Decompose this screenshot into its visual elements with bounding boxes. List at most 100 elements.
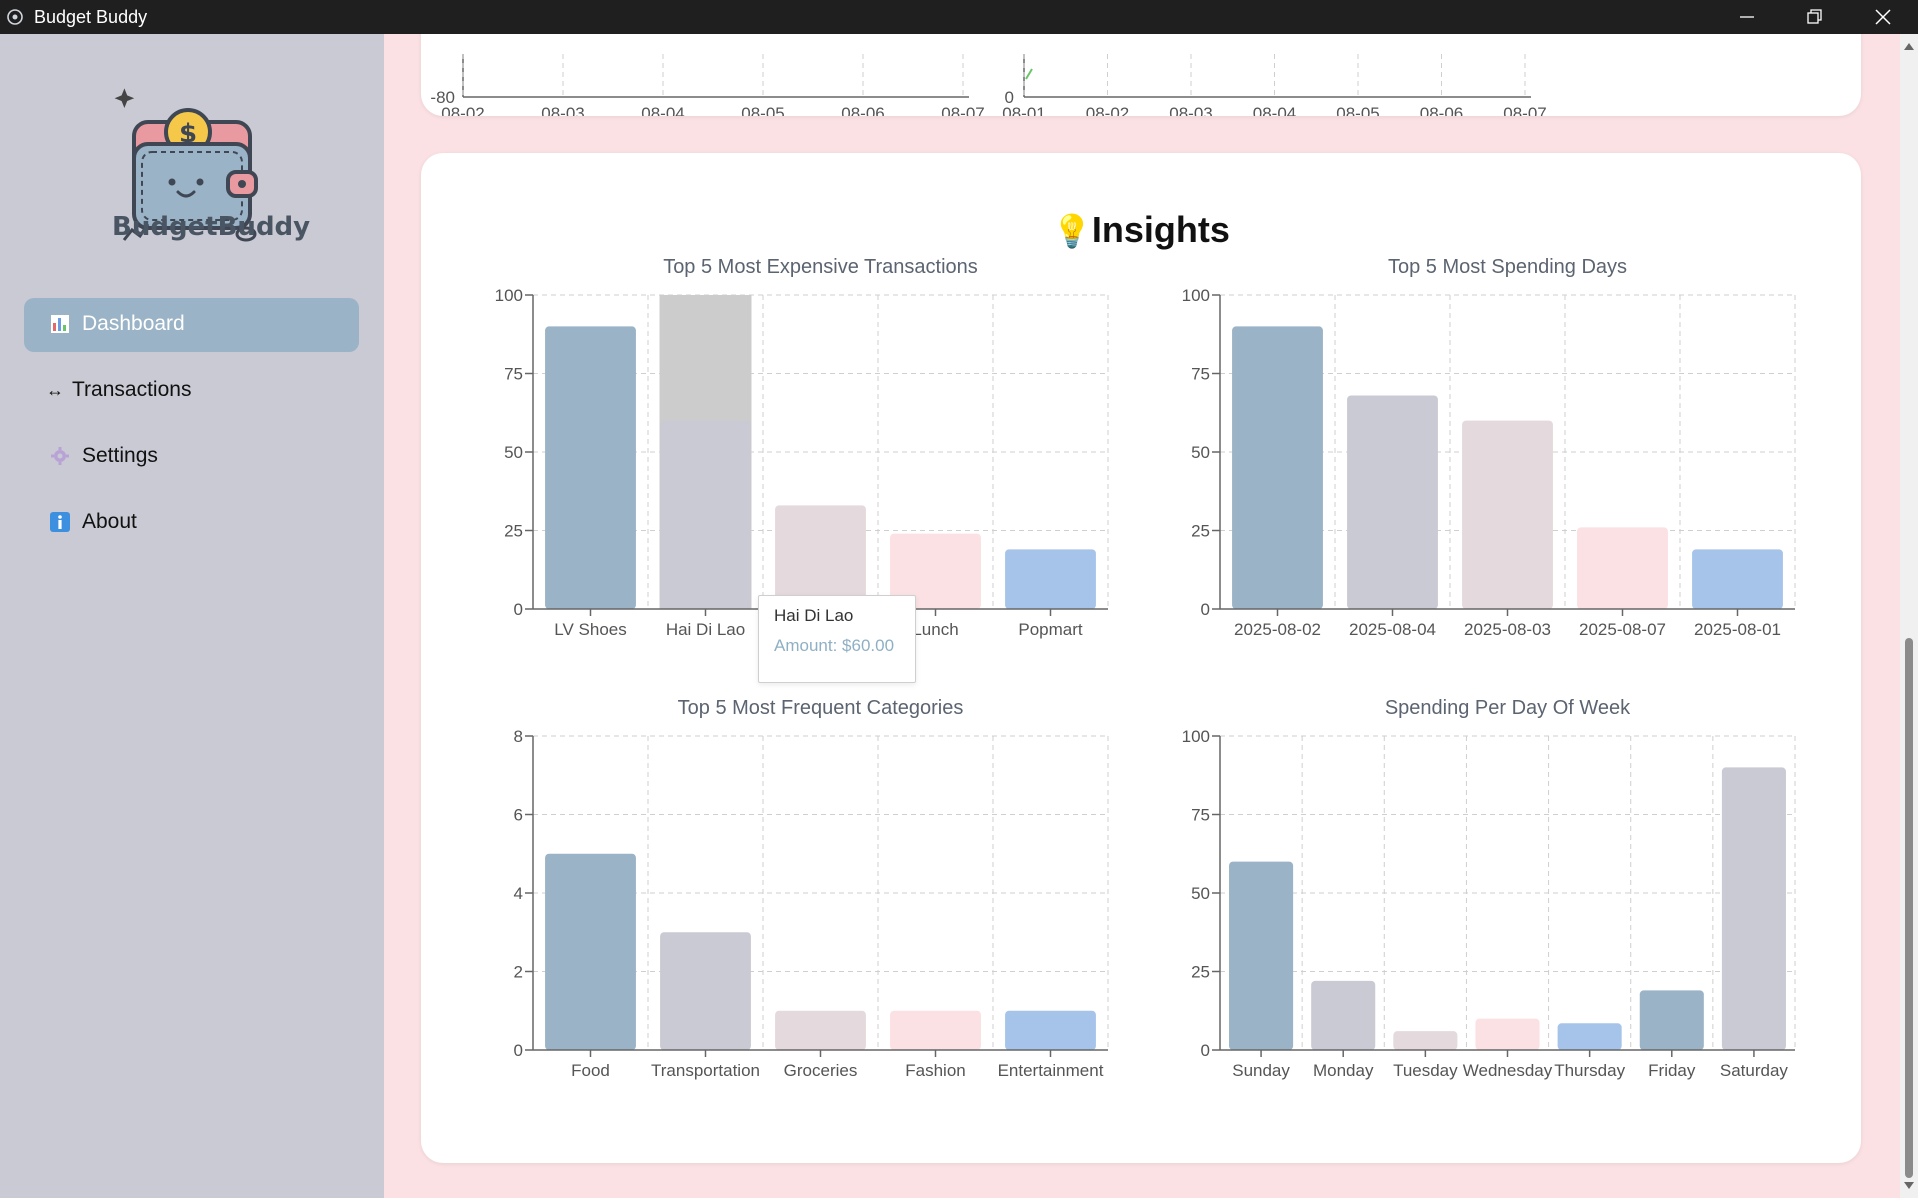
bar xyxy=(1347,395,1438,609)
y-tick-label: 0 xyxy=(514,600,523,619)
sidebar-item-label: Settings xyxy=(82,444,158,467)
close-button[interactable] xyxy=(1848,0,1918,34)
scrollbar[interactable] xyxy=(1900,34,1918,1198)
x-tick-label: 08-07 xyxy=(1503,104,1546,116)
trend-charts-axes: -8008-02 08-03 08-04 08-05 08-06 08-07008-01 0… xyxy=(430,54,1547,123)
x-tick-label: Sunday xyxy=(1232,1061,1290,1080)
bar xyxy=(1577,527,1668,609)
bar xyxy=(1393,1031,1458,1050)
x-tick-label: 08-02 xyxy=(1086,104,1129,116)
y-tick-label: 100 xyxy=(495,286,523,305)
y-tick-label: 0 xyxy=(514,1041,523,1060)
sidebar-item-label: Transactions xyxy=(72,378,192,401)
trend-line-segment xyxy=(1025,68,1033,80)
y-tick-label: 8 xyxy=(514,727,523,746)
x-tick-label: Food xyxy=(571,1061,610,1080)
x-tick-label: 2025-08-01 xyxy=(1694,620,1781,639)
y-tick-label: 75 xyxy=(504,365,523,384)
tooltip-name: Hai Di Lao xyxy=(774,606,854,625)
y-tick-label: 100 xyxy=(1182,727,1210,746)
restore-icon xyxy=(1807,9,1822,24)
y-tick-label: 75 xyxy=(1191,365,1210,384)
bar-chart-2: Top 5 Most Spending Days 0 25 50 75 100 2025-0… xyxy=(1182,256,1796,639)
x-tick-label: Groceries xyxy=(784,1061,858,1080)
info-icon xyxy=(50,512,70,532)
y-tick-label: 0 xyxy=(1201,1041,1210,1060)
y-tick-label: 6 xyxy=(514,806,523,825)
x-tick-label: Monday xyxy=(1313,1061,1374,1080)
y-tick-label: 75 xyxy=(1191,806,1210,825)
x-tick-label: Entertainment xyxy=(998,1061,1104,1080)
close-icon xyxy=(1875,9,1891,25)
x-tick-label: 08-07 xyxy=(941,104,984,116)
bar xyxy=(1692,549,1783,609)
bar-chart-4: Spending Per Day Of Week 0 25 50 75 100 Sunday… xyxy=(1182,697,1796,1080)
sidebar-item-settings[interactable]: Settings xyxy=(24,430,359,484)
arrows-horizontal-icon: ↔ xyxy=(46,380,64,400)
x-tick-label: 2025-08-03 xyxy=(1464,620,1551,639)
y-tick-label: 0 xyxy=(1201,600,1210,619)
y-tick-label: 50 xyxy=(1191,884,1210,903)
bar xyxy=(890,1010,981,1050)
x-tick-label: 2025-08-07 xyxy=(1579,620,1666,639)
y-tick-label: 25 xyxy=(504,522,523,541)
x-tick-label: 08-06 xyxy=(1420,104,1463,116)
bar xyxy=(775,1010,866,1050)
chart-tooltip: Hai Di Lao Amount: $60.00 xyxy=(758,595,916,683)
bar xyxy=(1005,1010,1096,1050)
insights-heading: 💡Insights xyxy=(421,209,1861,251)
bar xyxy=(1232,326,1323,609)
window-title: Budget Buddy xyxy=(34,7,148,27)
bar xyxy=(1475,1018,1540,1050)
x-tick-label: Saturday xyxy=(1720,1061,1789,1080)
x-tick-label: 08-05 xyxy=(1336,104,1379,116)
y-tick-label: 25 xyxy=(1191,963,1210,982)
minimize-icon xyxy=(1740,16,1754,18)
sidebar-item-dashboard[interactable]: Dashboard xyxy=(24,298,359,352)
x-tick-label: Friday xyxy=(1648,1061,1696,1080)
x-tick-label: 08-05 xyxy=(741,104,784,116)
restore-button[interactable] xyxy=(1780,0,1850,34)
bar xyxy=(1311,980,1376,1050)
tooltip-value: Amount: $60.00 xyxy=(774,636,895,655)
x-tick-label: Hai Di Lao xyxy=(666,620,745,639)
bar xyxy=(1005,549,1096,609)
bar-chart-1: Top 5 Most Expensive Transactions 0 25 50 75… xyxy=(495,256,1109,639)
sidebar-item-label: Dashboard xyxy=(82,312,185,335)
title-bar: Budget Buddy xyxy=(0,0,1918,34)
sidebar-item-transactions[interactable]: ↔ Transactions xyxy=(24,364,359,418)
x-tick-label: 08-04 xyxy=(641,104,684,116)
bar xyxy=(775,505,866,609)
x-tick-label: Popmart xyxy=(1018,620,1083,639)
bar xyxy=(1229,861,1294,1050)
bar xyxy=(660,420,751,609)
chart-title: Top 5 Most Frequent Categories xyxy=(678,697,964,719)
chart-title: Top 5 Most Expensive Transactions xyxy=(663,256,978,278)
bar xyxy=(1721,767,1786,1050)
x-tick-label: Thursday xyxy=(1554,1061,1625,1080)
sidebar: $ BudgetBuddy Dashboard ↔ Transactions S… xyxy=(0,34,384,1198)
main-content: -80 08-02 08-03 08-04 08-05 08-06 08-07 0 08-01 0… xyxy=(384,34,1900,1198)
y-tick-label: 50 xyxy=(504,443,523,462)
bar-chart-icon xyxy=(51,315,69,333)
y-tick-label: 50 xyxy=(1191,443,1210,462)
x-tick-label: LV Shoes xyxy=(554,620,626,639)
x-tick-label: 08-01 xyxy=(1002,104,1045,116)
scrollbar-thumb[interactable] xyxy=(1905,638,1913,1178)
insights-card: 💡Insights Top 5 Most Expensive Transacti… xyxy=(421,153,1861,1163)
bar xyxy=(1639,990,1704,1050)
sidebar-item-about[interactable]: About xyxy=(24,496,359,550)
x-tick-label: Wednesday xyxy=(1463,1061,1553,1080)
insights-charts: Top 5 Most Expensive Transactions 0 25 50 75… xyxy=(495,256,1796,1080)
x-tick-label: Fashion xyxy=(905,1061,965,1080)
x-tick-label: 08-03 xyxy=(541,104,584,116)
scroll-up-icon[interactable] xyxy=(1900,38,1918,56)
scroll-down-icon[interactable] xyxy=(1900,1176,1918,1194)
minimize-button[interactable] xyxy=(1712,0,1782,34)
x-tick-label: Transportation xyxy=(651,1061,760,1080)
bar xyxy=(1462,420,1553,609)
x-tick-label: Tuesday xyxy=(1393,1061,1458,1080)
x-tick-label: 2025-08-02 xyxy=(1234,620,1321,639)
bar-chart-3: Top 5 Most Frequent Categories 0 2 4 6 8 Food T… xyxy=(514,697,1109,1080)
gear-icon xyxy=(51,447,69,465)
